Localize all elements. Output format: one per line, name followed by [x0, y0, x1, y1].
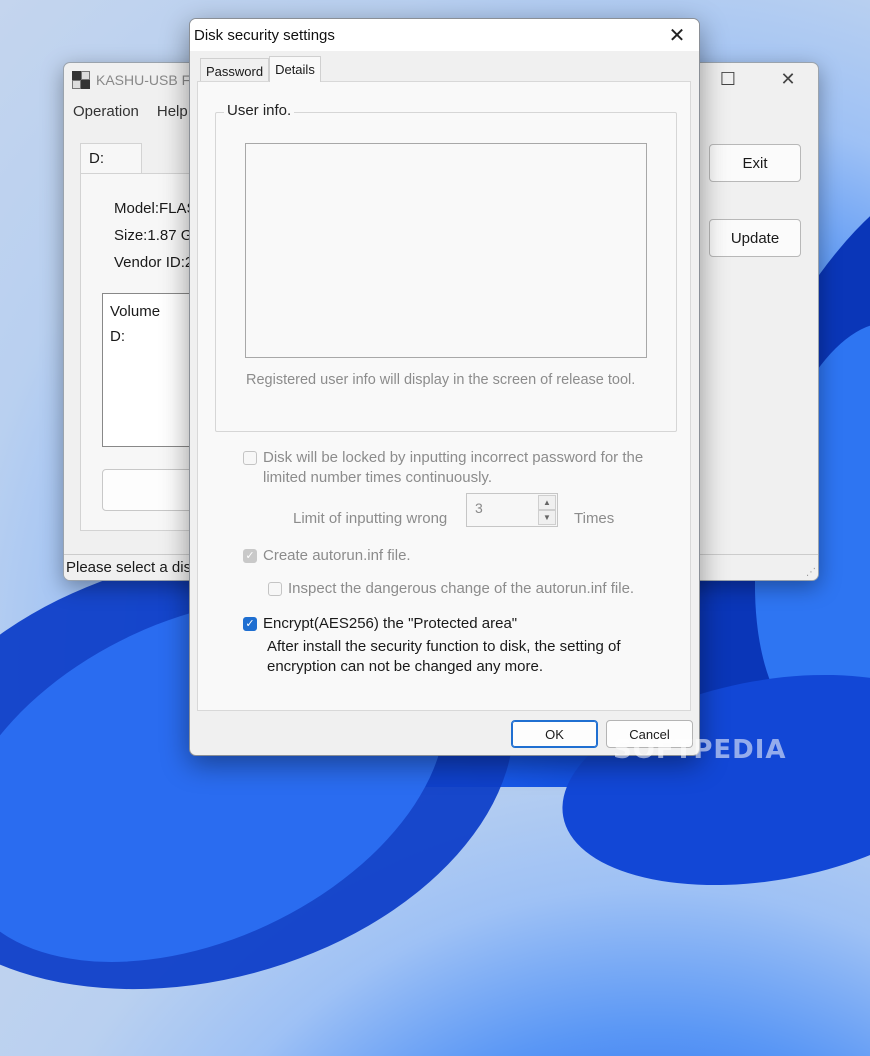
encrypt-note-text: After install the security function to d…: [267, 638, 621, 675]
model-label: Model:FLAS: [114, 200, 197, 217]
maximize-icon[interactable]: ☐: [708, 69, 748, 90]
menu-operation[interactable]: Operation: [64, 99, 148, 125]
update-button[interactable]: Update: [709, 219, 801, 257]
spin-down-icon[interactable]: ▼: [538, 510, 556, 525]
encrypt-label: Encrypt(AES256) the "Protected area": [263, 615, 518, 632]
disk-security-dialog: Disk security settings ✕ Password Detail…: [189, 18, 700, 756]
dialog-titlebar[interactable]: Disk security settings ✕: [190, 19, 699, 51]
inspect-autorun-label: Inspect the dangerous change of the auto…: [288, 580, 635, 597]
lock-disk-label: Disk will be locked by inputting incorre…: [263, 449, 644, 486]
times-label-text: Times: [574, 510, 615, 527]
status-text: Please select a disk: [66, 559, 199, 576]
dialog-title: Disk security settings: [194, 26, 335, 44]
autorun-option[interactable]: ✓ Create autorun.inf file.: [243, 546, 411, 566]
main-window-title-text: KASHU-USB F: [96, 72, 191, 88]
checkbox-checked-icon[interactable]: ✓: [243, 549, 257, 563]
user-info-group-label: User info.: [224, 102, 295, 119]
tab-password[interactable]: Password: [200, 58, 270, 82]
resize-grip-icon[interactable]: ⋰: [806, 567, 816, 578]
app-shield-icon: [72, 71, 90, 89]
encrypt-note: After install the security function to d…: [267, 637, 657, 677]
close-icon[interactable]: ✕: [768, 69, 808, 90]
tab-details[interactable]: Details: [269, 56, 321, 82]
main-window-title: KASHU-USB F: [72, 71, 190, 89]
inspect-autorun-checkbox[interactable]: [268, 582, 282, 596]
limit-stepper[interactable]: 3 ▲ ▼: [466, 493, 558, 527]
autorun-label: Create autorun.inf file.: [263, 547, 411, 564]
ok-button[interactable]: OK: [511, 720, 598, 748]
exit-button[interactable]: Exit: [709, 144, 801, 182]
limit-label: Limit of inputting wrong: [293, 509, 447, 529]
details-tab-pane: User info. Registered user info will dis…: [197, 81, 691, 711]
times-label: Times: [574, 509, 614, 529]
limit-stepper-value[interactable]: 3: [475, 500, 483, 516]
checkbox-checked-icon[interactable]: ✓: [243, 617, 257, 631]
vendor-label: Vendor ID:2: [114, 254, 194, 271]
encrypt-option[interactable]: ✓ Encrypt(AES256) the "Protected area": [243, 614, 517, 634]
tab-drive-d[interactable]: D:: [80, 143, 142, 173]
close-icon[interactable]: ✕: [655, 19, 699, 51]
lock-disk-checkbox[interactable]: [243, 451, 257, 465]
limit-label-text: Limit of inputting wrong: [293, 510, 448, 527]
watermark-text: SOFTPEDIA: [613, 735, 787, 765]
user-info-textbox[interactable]: [245, 143, 647, 358]
dialog-tabs: Password Details: [200, 56, 321, 82]
spin-up-icon[interactable]: ▲: [538, 495, 556, 510]
inspect-autorun-option[interactable]: Inspect the dangerous change of the auto…: [268, 579, 634, 599]
user-info-hint: Registered user info will display in the…: [246, 372, 636, 388]
lock-disk-option[interactable]: Disk will be locked by inputting incorre…: [243, 448, 663, 488]
